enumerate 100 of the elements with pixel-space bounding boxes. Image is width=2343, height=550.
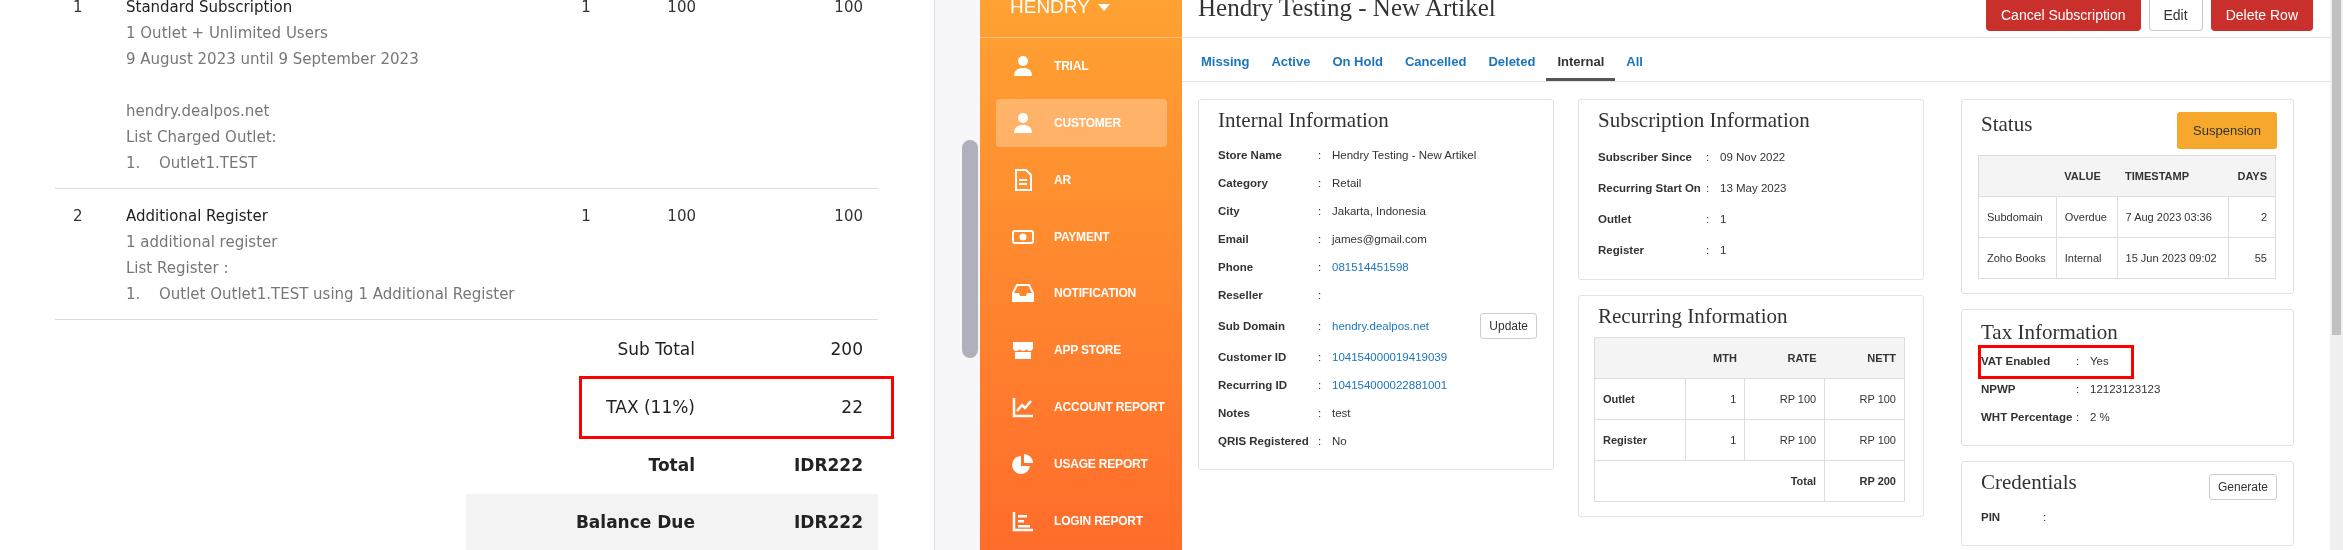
field-value: Hendry Testing - New Artikel <box>1332 149 1478 161</box>
generate-button[interactable]: Generate <box>2208 473 2277 500</box>
tab[interactable]: Deleted <box>1477 38 1547 81</box>
field-label: Recurring Start On <box>1598 181 1702 194</box>
colon: : <box>1318 233 1323 245</box>
tab[interactable]: Missing <box>1190 38 1261 81</box>
scrollbar-thumb[interactable] <box>2332 0 2341 335</box>
total-value: RP 200 <box>1824 460 1905 502</box>
tab[interactable]: Cancelled <box>1394 38 1478 81</box>
column-header: RATE <box>1744 337 1825 379</box>
tab[interactable]: All <box>1615 38 1654 81</box>
pie-chart-icon <box>1012 453 1034 476</box>
field-value: Yes <box>2090 355 2110 367</box>
total-label: Total <box>1594 460 1825 502</box>
sidebar-item[interactable]: USAGE REPORT <box>996 440 1167 489</box>
column-header: TIMESTAMP <box>2117 155 2229 197</box>
table-cell: Zoho Books <box>1978 237 2057 279</box>
table-cell: 1 <box>1685 378 1745 420</box>
sidebar-item[interactable]: ACCOUNT REPORT <box>996 383 1167 432</box>
total-label: Sub Total <box>617 339 696 359</box>
colon: : <box>2076 411 2081 423</box>
tab[interactable]: Internal <box>1546 38 1616 81</box>
table-cell: RP 100 <box>1744 378 1825 420</box>
field-label: NPWP <box>1981 383 2017 395</box>
table-cell: RP 100 <box>1824 378 1905 420</box>
field-label: Customer ID <box>1218 351 1288 363</box>
field-label: Outlet <box>1598 212 1633 225</box>
item-name: Standard Subscription <box>126 0 293 18</box>
tab[interactable]: On Hold <box>1321 38 1394 81</box>
line-number: 2 <box>72 206 84 227</box>
field-label: VAT Enabled <box>1981 355 2052 367</box>
link[interactable]: 104154000019419039 <box>1332 351 1537 363</box>
field-label: Sub Domain <box>1218 320 1287 332</box>
colon: : <box>1318 407 1323 419</box>
action-button[interactable]: Cancel Subscription <box>1986 0 2141 31</box>
colon: : <box>1318 351 1323 363</box>
total-value: 200 <box>830 339 864 359</box>
link[interactable]: 081514451598 <box>1332 261 1537 273</box>
item-detail: List Register : <box>126 258 229 279</box>
card-title: Status <box>1981 112 2033 137</box>
link[interactable]: hendry.dealpos.net <box>1332 320 1481 332</box>
field-label: Reseller <box>1218 289 1264 301</box>
table-cell: Internal <box>2056 237 2118 279</box>
scrollbar-thumb[interactable] <box>962 140 978 358</box>
field-value: 1 <box>1720 243 1728 256</box>
table-cell: 15 Jun 2023 09:02 <box>2117 237 2229 279</box>
tab[interactable]: Active <box>1260 38 1322 81</box>
item-name: Additional Register <box>126 206 268 227</box>
field-value: 13 May 2023 <box>1720 181 1788 194</box>
list-number: 1. <box>126 284 142 305</box>
field-label: QRIS Registered <box>1218 435 1310 447</box>
card-title: Subscription Information <box>1598 108 1811 133</box>
field-label: City <box>1218 205 1241 217</box>
row-label: Register <box>1594 419 1686 461</box>
sidebar-item[interactable]: LOGIN REPORT <box>996 497 1167 545</box>
quantity-cell-text: 1 <box>580 0 592 18</box>
table-cell: 7 Aug 2023 03:36 <box>2117 196 2229 238</box>
colon: : <box>1706 181 1711 194</box>
total-label: Balance Due <box>575 512 696 532</box>
action-button[interactable]: Delete Row <box>2210 0 2313 31</box>
field-value: 09 Nov 2022 <box>1720 150 1787 163</box>
card-title: Recurring Information <box>1598 304 1789 329</box>
item-detail: 1 Outlet + Unlimited Users <box>126 23 328 44</box>
store-icon <box>1012 339 1034 362</box>
link[interactable]: 104154000022881001 <box>1332 379 1537 391</box>
price-cell-text: 100 <box>666 0 697 18</box>
table-cell: 2 <box>2228 196 2276 238</box>
update-button[interactable]: Update <box>1480 313 1537 339</box>
field-value: james@gmail.com <box>1332 233 1428 245</box>
action-button[interactable]: Edit <box>2148 0 2203 31</box>
field-label: Email <box>1218 233 1250 245</box>
colon: : <box>2076 355 2081 367</box>
field-label: Notes <box>1218 407 1251 419</box>
table-cell: Subdomain <box>1978 196 2057 238</box>
field-value: 2 % <box>2090 411 2111 423</box>
person-icon <box>1012 54 1034 77</box>
card-title: Tax Information <box>1981 320 2119 345</box>
table-cell: 1 <box>1685 419 1745 461</box>
list-entry: Outlet1.TEST <box>159 153 258 174</box>
colon: : <box>1318 205 1323 217</box>
table-cell: Overdue <box>2056 196 2118 238</box>
caret-icon <box>1097 3 1110 11</box>
item-detail: 1 additional register <box>126 232 278 253</box>
colon: : <box>1706 150 1711 163</box>
colon: : <box>2043 511 2048 523</box>
colon: : <box>1318 320 1323 332</box>
field-label: Category <box>1218 177 1269 189</box>
suspension-button[interactable]: Suspension <box>2177 112 2277 149</box>
sidebar-item[interactable]: APP STORE <box>996 326 1167 375</box>
colon: : <box>1318 379 1323 391</box>
field-value: 12123123123 <box>2090 383 2162 395</box>
column-header: DAYS <box>2228 155 2276 197</box>
inbox-icon <box>1012 282 1034 305</box>
field-label: Phone <box>1218 261 1255 273</box>
colon: : <box>1706 243 1711 256</box>
person-icon <box>1012 111 1034 134</box>
amount-cell-text: 100 <box>833 0 864 18</box>
total-label: Total <box>648 455 696 475</box>
field-value: Retail <box>1332 177 1363 189</box>
card-title: Credentials <box>1981 470 2077 495</box>
